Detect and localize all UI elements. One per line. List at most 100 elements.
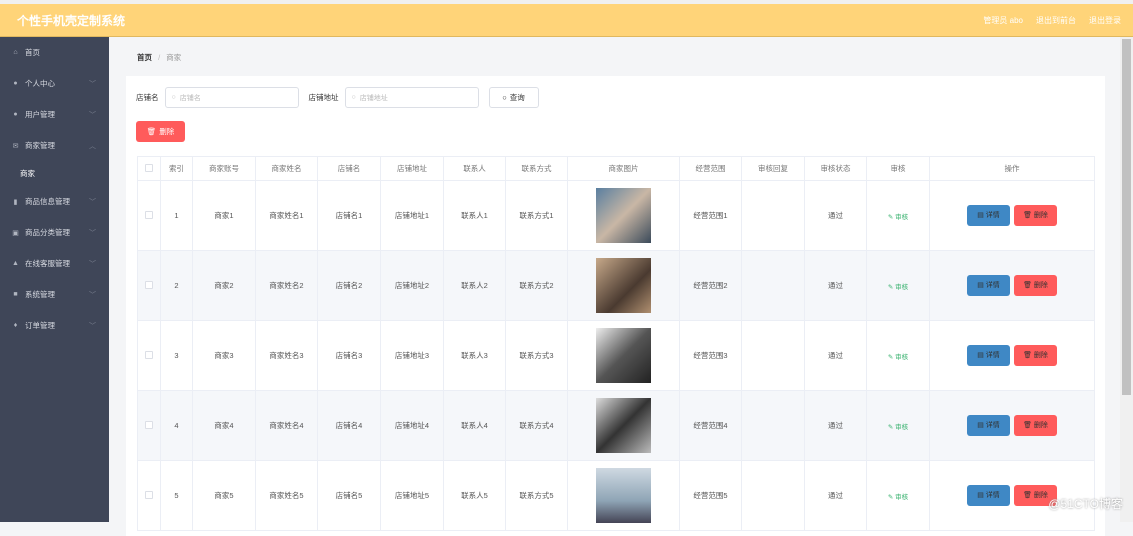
shop-address-input[interactable]: ○ 店铺地址 (344, 87, 479, 108)
shop-name-input[interactable]: ○ 店铺名 (164, 87, 299, 108)
row-checkbox[interactable] (145, 490, 153, 499)
logout-link[interactable]: 退出登录 (1089, 15, 1121, 26)
shop-cell: 店铺名4 (317, 390, 381, 461)
phone-cell: 联系方式1 (505, 180, 568, 251)
breadcrumb-current: 商家 (166, 53, 182, 62)
column-header: 操作 (929, 156, 1095, 181)
idx-cell: 1 (160, 180, 193, 251)
chat-icon: ▲ (12, 260, 19, 267)
row-checkbox[interactable] (145, 350, 153, 359)
search-icon: ○ (502, 93, 507, 102)
sidebar-item[interactable]: ⌂ 首页 (0, 37, 109, 68)
name-cell: 商家姓名4 (255, 390, 318, 461)
batch-delete-label: 删除 (159, 127, 175, 136)
sidebar-item[interactable]: ▣ 商品分类管理 ﹀ (0, 217, 109, 248)
briefcase-icon: ■ (13, 291, 18, 298)
sidebar-item[interactable]: ✉ 商家管理 ︿ (0, 130, 109, 161)
admin-user[interactable]: 管理员 abo (983, 15, 1023, 26)
breadcrumb-home[interactable]: 首页 (137, 53, 152, 62)
scrollbar[interactable] (1120, 37, 1133, 522)
column-header: 审核状态 (804, 156, 867, 181)
sidebar-item[interactable]: ▲ 在线客服管理 ﹀ (0, 248, 109, 279)
chevron-up-icon: ︿ (89, 142, 96, 150)
row-checkbox[interactable] (145, 420, 153, 429)
audit-link[interactable]: ✎ 审核 (888, 354, 908, 361)
audit-cell: ✎ 审核 (866, 180, 930, 251)
clipboard-icon: ▣ (12, 229, 19, 237)
app-title: 个性手机壳定制系统 (17, 13, 126, 28)
account-cell: 商家4 (192, 390, 256, 461)
mail-icon: ✉ (12, 142, 19, 150)
sidebar-item[interactable]: ♦ 订单管理 ﹀ (0, 310, 109, 341)
mic-icon: ♦ (13, 322, 18, 329)
merchant-photo[interactable] (596, 398, 651, 453)
select-cell (137, 180, 161, 251)
select-cell (137, 250, 161, 321)
merchant-photo[interactable] (596, 468, 651, 523)
merchant-photo[interactable] (596, 188, 651, 243)
watermark: @51CTO博客 (1048, 497, 1123, 511)
document-icon: ▤ (977, 352, 986, 359)
column-header: 商家账号 (192, 156, 256, 181)
account-cell: 商家1 (192, 180, 256, 251)
column-header: 审核回复 (741, 156, 805, 181)
image-cell (567, 250, 680, 321)
status-cell: 通过 (804, 180, 867, 251)
audit-label: 审核 (895, 353, 909, 361)
detail-button[interactable]: ▤ 详情 (967, 415, 1010, 436)
column-header: 店铺名 (317, 156, 381, 181)
audit-cell: ✎ 审核 (866, 320, 930, 391)
actions-cell: ▤ 详情 🗑 删除 (929, 180, 1095, 251)
idx-cell: 2 (160, 250, 193, 321)
delete-button[interactable]: 🗑 删除 (1014, 205, 1057, 226)
addr-cell: 店铺地址5 (380, 460, 444, 531)
sidebar-item[interactable]: ▮ 商品信息管理 ﹀ (0, 186, 109, 217)
search-icon: ○ (351, 94, 356, 101)
table-row: 5 商家5 商家姓名5 店铺名5 店铺地址5 联系人5 联系方式5 经营范围5 通过 ✎ 审核 ▤ … (137, 460, 1095, 531)
chart-icon: ▮ (13, 198, 18, 206)
sidebar-item[interactable]: ● 个人中心 ﹀ (0, 68, 109, 99)
phone-cell: 联系方式2 (505, 250, 568, 321)
sidebar-subitem[interactable]: 商家 (0, 161, 109, 186)
merchant-photo[interactable] (596, 258, 651, 313)
account-cell: 商家5 (192, 460, 256, 531)
reply-cell (741, 250, 805, 321)
detail-button[interactable]: ▤ 详情 (967, 345, 1010, 366)
batch-delete-button[interactable]: 🗑 删除 (136, 121, 185, 142)
detail-button[interactable]: ▤ 详情 (967, 275, 1010, 296)
phone-cell: 联系方式5 (505, 460, 568, 531)
query-button[interactable]: ○ 查询 (488, 87, 539, 108)
exit-to-front-link[interactable]: 退出到前台 (1036, 15, 1076, 26)
scope-cell: 经营范围5 (679, 460, 742, 531)
audit-cell: ✎ 审核 (866, 460, 930, 531)
audit-link[interactable]: ✎ 审核 (888, 494, 908, 501)
row-checkbox[interactable] (145, 280, 153, 289)
delete-button[interactable]: 🗑 删除 (1014, 345, 1057, 366)
audit-link[interactable]: ✎ 审核 (888, 214, 908, 221)
sidebar-item[interactable]: ● 用户管理 ﹀ (0, 99, 109, 130)
delete-label: 删除 (1033, 352, 1048, 359)
trash-icon: 🗑 (1023, 212, 1034, 219)
audit-label: 审核 (895, 283, 909, 291)
audit-link[interactable]: ✎ 审核 (888, 284, 908, 291)
scrollbar-thumb[interactable] (1122, 39, 1131, 395)
phone-cell: 联系方式4 (505, 390, 568, 461)
document-icon: ▤ (977, 212, 986, 219)
table-row: 4 商家4 商家姓名4 店铺名4 店铺地址4 联系人4 联系方式4 经营范围4 通过 ✎ 审核 ▤ … (137, 390, 1095, 461)
sidebar-item[interactable]: ■ 系统管理 ﹀ (0, 279, 109, 310)
row-checkbox[interactable] (145, 210, 153, 219)
delete-label: 删除 (1033, 212, 1048, 219)
document-icon: ▤ (977, 422, 986, 429)
delete-button[interactable]: 🗑 删除 (1014, 415, 1057, 436)
trash-icon: 🗑 (1023, 422, 1034, 429)
contact-cell: 联系人3 (443, 320, 506, 391)
delete-button[interactable]: 🗑 删除 (1014, 275, 1057, 296)
detail-button[interactable]: ▤ 详情 (967, 485, 1010, 506)
detail-button[interactable]: ▤ 详情 (967, 205, 1010, 226)
select-all-checkbox[interactable] (145, 163, 153, 172)
detail-label: 详情 (985, 492, 1000, 499)
merchant-photo[interactable] (596, 328, 651, 383)
audit-link[interactable]: ✎ 审核 (888, 424, 908, 431)
chevron-down-icon: ﹀ (89, 80, 96, 88)
status-cell: 通过 (804, 320, 867, 391)
